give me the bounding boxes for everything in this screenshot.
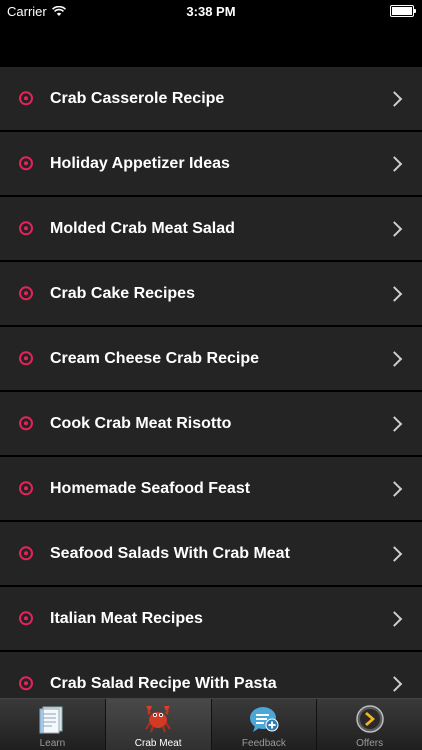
list-item[interactable]: Cook Crab Meat Risotto	[0, 391, 422, 456]
list-item-label: Crab Cake Recipes	[50, 284, 195, 302]
target-icon	[19, 285, 33, 300]
chevron-right-icon	[386, 675, 403, 692]
chevron-right-icon	[386, 350, 403, 367]
recipe-list[interactable]: Crab Casserole Recipe Holiday Appetizer …	[0, 66, 422, 698]
tab-label: Feedback	[241, 738, 286, 749]
list-item-label: Holiday Appetizer Ideas	[50, 154, 230, 172]
crab-icon	[145, 706, 171, 733]
tab-label: Crab Meat	[134, 738, 182, 749]
tab-crab-meat[interactable]: Crab Meat	[105, 699, 211, 750]
target-icon	[19, 610, 33, 625]
target-icon	[19, 350, 33, 365]
chevron-right-icon	[386, 545, 403, 562]
list-item[interactable]: Holiday Appetizer Ideas	[0, 131, 422, 196]
list-item-label: Cream Cheese Crab Recipe	[50, 349, 259, 367]
list-item[interactable]: Crab Casserole Recipe	[0, 66, 422, 131]
chevron-circle-icon	[355, 705, 384, 733]
list-item[interactable]: Seafood Salads With Crab Meat	[0, 521, 422, 586]
chevron-right-icon	[386, 220, 403, 237]
list-item[interactable]: Cream Cheese Crab Recipe	[0, 326, 422, 391]
list-item[interactable]: Italian Meat Recipes	[0, 586, 422, 651]
chevron-right-icon	[386, 155, 403, 172]
navigation-bar	[0, 22, 422, 66]
status-bar: Carrier 3:38 PM	[0, 0, 422, 22]
list-item-label: Homemade Seafood Feast	[50, 479, 251, 497]
chevron-right-icon	[386, 415, 403, 432]
list-item[interactable]: Crab Salad Recipe With Pasta	[0, 651, 422, 698]
chat-bubble-icon	[249, 707, 279, 732]
target-icon	[19, 415, 33, 430]
tab-bar: Learn Crab Meat Feedback Offers	[0, 698, 422, 750]
chevron-right-icon	[386, 610, 403, 627]
document-icon	[39, 706, 63, 734]
list-item-label: Italian Meat Recipes	[50, 609, 203, 627]
chevron-right-icon	[386, 90, 403, 107]
list-item-label: Crab Salad Recipe With Pasta	[50, 674, 277, 692]
target-icon	[19, 155, 33, 170]
list-item-label: Seafood Salads With Crab Meat	[50, 544, 290, 562]
list-item[interactable]: Crab Cake Recipes	[0, 261, 422, 326]
tab-offers[interactable]: Offers	[317, 699, 422, 750]
list-item[interactable]: Molded Crab Meat Salad	[0, 196, 422, 261]
list-item-label: Cook Crab Meat Risotto	[50, 414, 232, 432]
list-item-label: Crab Casserole Recipe	[50, 89, 225, 107]
chevron-right-icon	[386, 285, 403, 302]
list-item[interactable]: Homemade Seafood Feast	[0, 456, 422, 521]
target-icon	[19, 675, 33, 690]
tab-feedback[interactable]: Feedback	[212, 699, 317, 750]
tab-label: Offers	[356, 738, 384, 749]
list-item-label: Molded Crab Meat Salad	[50, 219, 235, 237]
target-icon	[19, 545, 33, 560]
status-time: 3:38 PM	[186, 4, 236, 19]
battery-icon	[390, 5, 416, 17]
target-icon	[19, 480, 33, 495]
tab-learn[interactable]: Learn	[0, 699, 105, 750]
target-icon	[19, 90, 33, 105]
chevron-right-icon	[386, 480, 403, 497]
target-icon	[19, 220, 33, 235]
tab-label: Learn	[39, 738, 66, 749]
